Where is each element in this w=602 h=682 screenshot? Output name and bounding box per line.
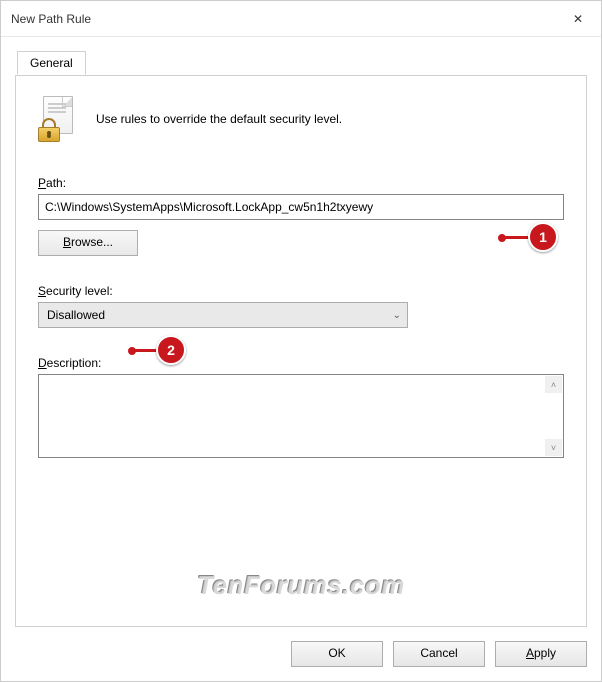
scroll-down-button[interactable]: ˅ <box>545 439 562 456</box>
description-textarea-wrap: ˄ ˅ <box>38 374 564 458</box>
security-field-group: Security level: Disallowed ⌄ <box>38 284 564 328</box>
header-row: Use rules to override the default securi… <box>38 96 564 142</box>
tab-general[interactable]: General <box>17 51 86 75</box>
scrollbar: ˄ ˅ <box>544 375 563 457</box>
tab-panel: Use rules to override the default securi… <box>15 75 587 627</box>
description-label: Description: <box>38 356 564 370</box>
annotation-2-badge: 2 <box>156 335 186 365</box>
tab-container: General Use rules to override the defaul… <box>15 51 587 627</box>
tab-label: General <box>30 56 73 70</box>
description-textarea[interactable] <box>39 375 543 457</box>
chevron-down-icon: ⌄ <box>393 310 401 321</box>
window-title: New Path Rule <box>11 12 91 26</box>
dialog-button-row: OK Cancel Apply <box>1 627 601 681</box>
scroll-up-button[interactable]: ˄ <box>545 376 562 393</box>
security-label: Security level: <box>38 284 564 298</box>
description-field-group: Description: ˄ ˅ <box>38 356 564 458</box>
ok-button[interactable]: OK <box>291 641 383 667</box>
browse-button[interactable]: Browse... <box>38 230 138 256</box>
dialog-window: New Path Rule ✕ General Use rule <box>0 0 602 682</box>
path-label: Path: <box>38 176 564 190</box>
path-input[interactable] <box>38 194 564 220</box>
apply-button[interactable]: Apply <box>495 641 587 667</box>
cancel-button[interactable]: Cancel <box>393 641 485 667</box>
annotation-1-badge: 1 <box>528 222 558 252</box>
close-button[interactable]: ✕ <box>555 1 601 37</box>
path-field-group: Path: Browse... <box>38 176 564 256</box>
security-level-combo[interactable]: Disallowed ⌄ <box>38 302 408 328</box>
content-area: General Use rules to override the defaul… <box>1 37 601 627</box>
header-description: Use rules to override the default securi… <box>96 112 342 126</box>
document-lock-icon <box>38 96 78 142</box>
close-icon: ✕ <box>573 12 583 26</box>
security-level-value: Disallowed <box>47 308 105 322</box>
titlebar: New Path Rule ✕ <box>1 1 601 37</box>
